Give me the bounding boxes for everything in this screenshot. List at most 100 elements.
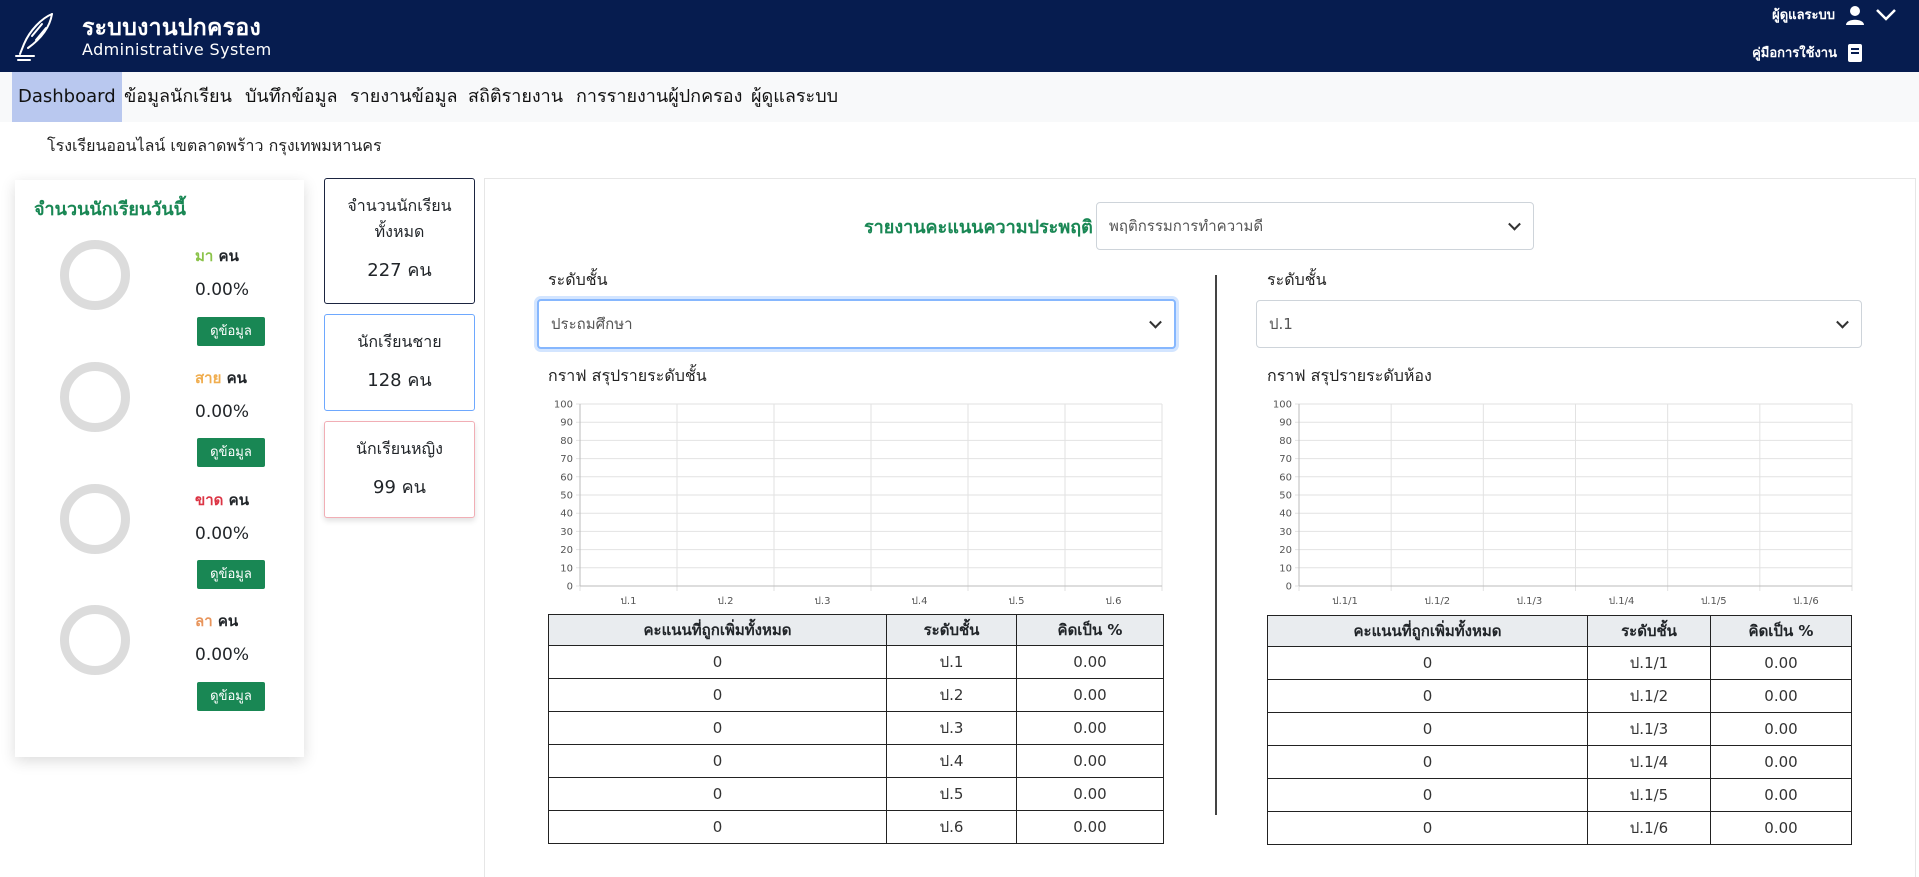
y-tick-label: 80 bbox=[1279, 436, 1292, 447]
y-tick-label: 60 bbox=[1279, 472, 1292, 483]
table-cell: ป.1/1 bbox=[1587, 646, 1711, 680]
table-cell: 0 bbox=[1267, 679, 1588, 713]
table-row: 0 ป.1/4 0.00 bbox=[1267, 745, 1852, 779]
late-donut-chart bbox=[60, 362, 130, 432]
left-level-label: ระดับชั้น bbox=[548, 270, 608, 289]
grade-level-bar-chart: 0 10 20 30 40 50 60 70 80 90 100 ป.1 ป.2 ป.3 ป.4 ป.5 ป.6 bbox=[554, 400, 1163, 607]
table-cell: ป.2 bbox=[886, 678, 1017, 712]
male-students-value: 128 คน bbox=[367, 370, 432, 391]
table-cell: ป.1/2 bbox=[1587, 679, 1711, 713]
table-cell: ป.1 bbox=[886, 645, 1017, 679]
education-level-select[interactable]: ประถมศึกษา bbox=[537, 299, 1176, 349]
nav-item-student-info[interactable]: ข้อมูลนักเรียน bbox=[118, 72, 238, 122]
main-nav: Dashboard ข้อมูลนักเรียน บันทึกข้อมูล รา… bbox=[0, 72, 1919, 122]
absent-percent: 0.00% bbox=[195, 524, 250, 544]
table-cell: 0.00 bbox=[1016, 678, 1164, 712]
x-tick-label: ป.1/6 bbox=[1793, 596, 1819, 607]
table-row: 0 ป.1/5 0.00 bbox=[1267, 778, 1852, 812]
table-row: 0 ป.4 0.00 bbox=[548, 744, 1164, 778]
leave-view-button[interactable]: ดูข้อมูล bbox=[197, 682, 265, 711]
x-tick-label: ป.1/3 bbox=[1517, 596, 1543, 607]
female-students-card: นักเรียนหญิง 99 คน bbox=[324, 421, 475, 518]
table-cell: 0.00 bbox=[1016, 744, 1164, 778]
y-tick-label: 80 bbox=[560, 436, 573, 447]
x-tick-label: ป.2 bbox=[718, 596, 734, 607]
app-title-english: Administrative System bbox=[82, 40, 272, 59]
table-cell: 0 bbox=[1267, 811, 1588, 845]
table-cell: 0.00 bbox=[1710, 646, 1852, 680]
absent-view-button[interactable]: ดูข้อมูล bbox=[197, 560, 265, 589]
y-tick-label: 90 bbox=[560, 418, 573, 429]
table-cell: 0 bbox=[1267, 646, 1588, 680]
late-label: สาย คน bbox=[195, 369, 247, 387]
leave-label: ลา คน bbox=[195, 612, 239, 630]
column-header: ระดับชั้น bbox=[886, 614, 1017, 646]
table-row: 0 ป.6 0.00 bbox=[548, 810, 1164, 844]
chevron-down-icon[interactable] bbox=[1875, 8, 1897, 22]
table-cell: 0.00 bbox=[1016, 810, 1164, 844]
x-tick-label: ป.4 bbox=[912, 596, 928, 607]
male-students-label: นักเรียนชาย bbox=[357, 332, 442, 351]
nav-item-dashboard[interactable]: Dashboard bbox=[12, 72, 122, 122]
table-cell: ป.5 bbox=[886, 777, 1017, 811]
x-tick-label: ป.1/1 bbox=[1332, 596, 1358, 607]
nav-item-report-statistics[interactable]: สถิติรายงาน bbox=[462, 72, 569, 122]
quill-logo-icon bbox=[15, 13, 53, 61]
table-row: 0 ป.1/3 0.00 bbox=[1267, 712, 1852, 746]
column-header: ระดับชั้น bbox=[1587, 615, 1711, 647]
y-tick-label: 100 bbox=[554, 400, 573, 411]
y-tick-label: 70 bbox=[560, 454, 573, 465]
table-row: 0 ป.1/1 0.00 bbox=[1267, 646, 1852, 680]
table-header-row: คะแนนที่ถูกเพิ่มทั้งหมด ระดับชั้น คิดเป็… bbox=[1267, 615, 1852, 647]
today-attendance-card: จำนวนนักเรียนวันนี้ มา คน 0.00% ดูข้อมูล… bbox=[15, 180, 304, 757]
nav-item-data-report[interactable]: รายงานข้อมูล bbox=[344, 72, 464, 122]
chevron-down-icon bbox=[1836, 315, 1849, 329]
y-tick-label: 10 bbox=[1279, 563, 1292, 574]
total-students-label-line1: จำนวนนักเรียน bbox=[347, 196, 452, 215]
table-cell: 0.00 bbox=[1710, 712, 1852, 746]
behavior-type-select-value: พฤติกรรมการทำความดี bbox=[1109, 217, 1264, 235]
grade-select[interactable]: ป.1 bbox=[1256, 300, 1862, 348]
app-header: ระบบงานปกครอง Administrative System ผู้ด… bbox=[0, 0, 1919, 72]
x-tick-label: ป.1/5 bbox=[1701, 596, 1727, 607]
table-row: 0 ป.2 0.00 bbox=[548, 678, 1164, 712]
y-tick-label: 60 bbox=[560, 472, 573, 483]
absent-label: ขาด คน bbox=[195, 491, 249, 509]
y-tick-label: 30 bbox=[560, 527, 573, 538]
behavior-type-select[interactable]: พฤติกรรมการทำความดี bbox=[1096, 202, 1534, 250]
present-percent: 0.00% bbox=[195, 280, 250, 300]
nav-item-record-data[interactable]: บันทึกข้อมูล bbox=[239, 72, 344, 122]
x-tick-label: ป.1/2 bbox=[1424, 596, 1450, 607]
user-manual-link[interactable]: คู่มือการใช้งาน bbox=[1752, 42, 1863, 63]
present-label: มา คน bbox=[195, 247, 239, 265]
left-graph-title: กราฟ สรุปรายระดับชั้น bbox=[548, 366, 707, 385]
table-header-row: คะแนนที่ถูกเพิ่มทั้งหมด ระดับชั้น คิดเป็… bbox=[548, 614, 1164, 646]
y-tick-label: 100 bbox=[1273, 400, 1292, 411]
late-view-button[interactable]: ดูข้อมูล bbox=[197, 438, 265, 467]
table-cell: 0.00 bbox=[1710, 778, 1852, 812]
present-view-button[interactable]: ดูข้อมูล bbox=[197, 317, 265, 346]
table-row: 0 ป.1 0.00 bbox=[548, 645, 1164, 679]
female-students-value: 99 คน bbox=[373, 477, 426, 498]
right-level-label: ระดับชั้น bbox=[1267, 270, 1327, 289]
user-menu[interactable]: ผู้ดูแลระบบ bbox=[1772, 4, 1897, 25]
table-row: 0 ป.5 0.00 bbox=[548, 777, 1164, 811]
table-row: 0 ป.3 0.00 bbox=[548, 711, 1164, 745]
table-cell: 0 bbox=[1267, 745, 1588, 779]
total-students-label-line2: ทั้งหมด bbox=[374, 222, 425, 241]
table-cell: 0.00 bbox=[1710, 745, 1852, 779]
table-cell: 0.00 bbox=[1016, 777, 1164, 811]
table-row: 0 ป.1/2 0.00 bbox=[1267, 679, 1852, 713]
right-graph-title: กราฟ สรุปรายระดับห้อง bbox=[1267, 366, 1432, 385]
school-name: โรงเรียนออนไลน์ เขตลาดพร้าว กรุงเทพมหานค… bbox=[47, 136, 382, 155]
nav-item-parent-report[interactable]: การรายงานผู้ปกครอง bbox=[570, 72, 748, 122]
education-level-select-value: ประถมศึกษา bbox=[551, 315, 633, 333]
y-tick-label: 0 bbox=[1286, 582, 1292, 593]
panel-divider bbox=[1215, 275, 1217, 815]
table-cell: ป.1/5 bbox=[1587, 778, 1711, 812]
behavior-report-title: รายงานคะแนนความประพฤติ bbox=[864, 217, 1093, 238]
nav-item-admin[interactable]: ผู้ดูแลระบบ bbox=[745, 72, 844, 122]
x-tick-label: ป.5 bbox=[1009, 596, 1025, 607]
book-icon bbox=[1848, 43, 1862, 62]
leave-donut-chart bbox=[60, 605, 130, 675]
